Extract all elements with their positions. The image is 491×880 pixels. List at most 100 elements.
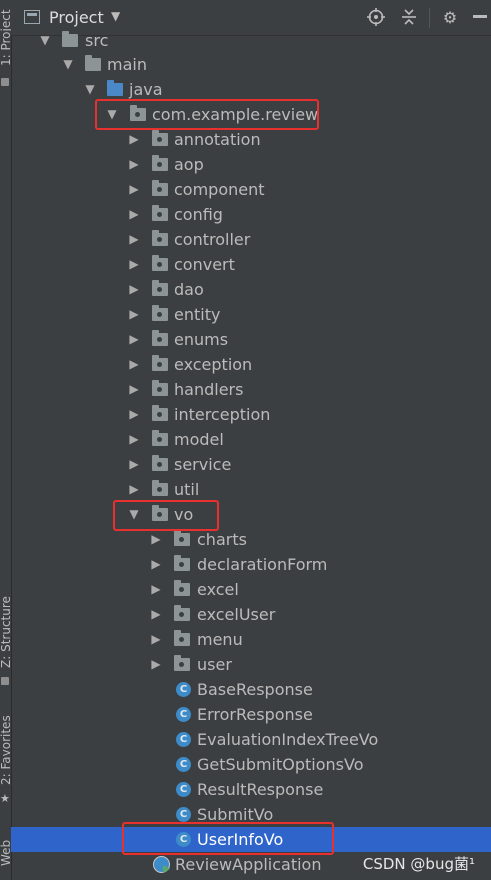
tree-row-vo-class[interactable]: C BaseResponse: [11, 677, 491, 702]
tree-row-subpackage[interactable]: ▶ dao: [11, 277, 491, 302]
hide-panel-icon[interactable]: [470, 7, 490, 27]
tree-label: BaseResponse: [197, 680, 313, 699]
tree-row-src[interactable]: ▼ src: [11, 28, 491, 53]
tree-label: interception: [174, 405, 271, 424]
tree-label: EvaluationIndexTreeVo: [197, 730, 379, 749]
tree-label: menu: [197, 630, 243, 649]
tree-row-subpackage[interactable]: ▶ aop: [11, 152, 491, 177]
chevron-right-icon[interactable]: ▶: [128, 152, 140, 177]
chevron-right-icon[interactable]: ▶: [128, 277, 140, 302]
chevron-right-icon[interactable]: ▶: [128, 402, 140, 427]
header-divider: [429, 8, 430, 28]
chevron-right-icon[interactable]: ▶: [128, 377, 140, 402]
package-icon: [152, 455, 168, 471]
project-tool-icon: [1, 78, 9, 86]
tree-label: SubmitVo: [197, 805, 274, 824]
tree-row-subpackage[interactable]: ▶ entity: [11, 302, 491, 327]
tree-row-main[interactable]: ▼ main: [11, 52, 491, 77]
package-icon: [174, 655, 190, 671]
package-icon: [152, 380, 168, 396]
tree-row-package[interactable]: ▼ com.example.review: [11, 102, 491, 127]
package-icon: [174, 580, 190, 596]
tree-label-selected-class: UserInfoVo: [197, 830, 284, 849]
spring-application-icon: [153, 856, 170, 873]
tree-row-vo-package[interactable]: ▶ excel: [11, 577, 491, 602]
tree-label-java: java: [129, 80, 163, 99]
tree-row-vo-package[interactable]: ▶ declarationForm: [11, 552, 491, 577]
tree-row-vo-package[interactable]: ▶ charts: [11, 527, 491, 552]
tree-label: model: [174, 430, 224, 449]
structure-tool-icon: [1, 677, 9, 685]
gear-icon[interactable]: ⚙: [440, 7, 460, 27]
chevron-right-icon[interactable]: ▶: [128, 427, 140, 452]
chevron-right-icon[interactable]: ▶: [128, 252, 140, 277]
tree-label: convert: [174, 255, 235, 274]
tree-row-selected-class[interactable]: C UserInfoVo: [11, 827, 491, 852]
chevron-right-icon[interactable]: ▶: [150, 527, 162, 552]
class-icon: C: [176, 807, 191, 822]
package-icon: [152, 330, 168, 346]
tree-row-subpackage[interactable]: ▶ handlers: [11, 377, 491, 402]
tree-label: GetSubmitOptionsVo: [197, 755, 364, 774]
chevron-down-icon[interactable]: ▼: [62, 52, 74, 77]
package-icon: [152, 280, 168, 296]
chevron-right-icon[interactable]: ▶: [128, 452, 140, 477]
package-icon: [152, 355, 168, 371]
tree-row-subpackage[interactable]: ▶ controller: [11, 227, 491, 252]
tree-row-vo-class[interactable]: C GetSubmitOptionsVo: [11, 752, 491, 777]
chevron-right-icon[interactable]: ▶: [150, 602, 162, 627]
tree-label-main: main: [107, 55, 147, 74]
tree-row-subpackage[interactable]: ▶ model: [11, 427, 491, 452]
chevron-down-icon[interactable]: ▼: [84, 77, 96, 102]
tree-row-subpackage[interactable]: ▶ convert: [11, 252, 491, 277]
chevron-right-icon[interactable]: ▶: [128, 202, 140, 227]
tree-row-subpackage[interactable]: ▶ component: [11, 177, 491, 202]
tree-row-subpackage[interactable]: ▶ exception: [11, 352, 491, 377]
locate-icon[interactable]: [366, 7, 386, 27]
tree-row-subpackage[interactable]: ▶ util: [11, 477, 491, 502]
tree-row-vo-class[interactable]: C ResultResponse: [11, 777, 491, 802]
tree-row-subpackage[interactable]: ▶ interception: [11, 402, 491, 427]
tree-label: excelUser: [197, 605, 276, 624]
tree-row-java[interactable]: ▼ java: [11, 77, 491, 102]
tree-label: component: [174, 180, 265, 199]
tree-row-subpackage[interactable]: ▶ annotation: [11, 127, 491, 152]
tree-row-vo-class[interactable]: C ErrorResponse: [11, 702, 491, 727]
chevron-right-icon[interactable]: ▶: [150, 627, 162, 652]
project-view-title[interactable]: Project: [49, 8, 104, 27]
package-icon: [152, 230, 168, 246]
tree-row-vo-package[interactable]: ▶ user: [11, 652, 491, 677]
chevron-right-icon[interactable]: ▶: [150, 552, 162, 577]
tree-row-subpackage[interactable]: ▶ enums: [11, 327, 491, 352]
folder-icon: [85, 55, 101, 71]
tree-row-vo[interactable]: ▼ vo: [11, 502, 491, 527]
chevron-right-icon[interactable]: ▶: [128, 127, 140, 152]
chevron-right-icon[interactable]: ▶: [128, 327, 140, 352]
folder-icon: [62, 31, 78, 47]
chevron-down-icon[interactable]: ▼: [128, 502, 140, 527]
tree-label: util: [174, 480, 200, 499]
chevron-right-icon[interactable]: ▶: [150, 577, 162, 602]
chevron-right-icon[interactable]: ▶: [128, 302, 140, 327]
tree-row-subpackage[interactable]: ▶ service: [11, 452, 491, 477]
chevron-right-icon[interactable]: ▶: [128, 177, 140, 202]
star-icon: ★: [0, 792, 10, 805]
chevron-right-icon[interactable]: ▶: [128, 227, 140, 252]
chevron-down-icon[interactable]: ▼: [106, 102, 118, 127]
tree-row-vo-class[interactable]: C SubmitVo: [11, 802, 491, 827]
tree-row-vo-package[interactable]: ▶ menu: [11, 627, 491, 652]
tree-row-subpackage[interactable]: ▶ config: [11, 202, 491, 227]
tree-label: aop: [174, 155, 204, 174]
collapse-all-icon[interactable]: [399, 7, 419, 27]
class-icon: C: [176, 757, 191, 772]
tree-label-vo: vo: [174, 505, 194, 524]
chevron-down-icon[interactable]: ▼: [111, 9, 120, 23]
package-icon: [152, 505, 168, 521]
chevron-right-icon[interactable]: ▶: [150, 652, 162, 677]
tree-row-vo-package[interactable]: ▶ excelUser: [11, 602, 491, 627]
chevron-right-icon[interactable]: ▶: [128, 352, 140, 377]
chevron-down-icon[interactable]: ▼: [39, 28, 51, 53]
tree-row-vo-class[interactable]: C EvaluationIndexTreeVo: [11, 727, 491, 752]
package-icon: [152, 155, 168, 171]
chevron-right-icon[interactable]: ▶: [128, 477, 140, 502]
